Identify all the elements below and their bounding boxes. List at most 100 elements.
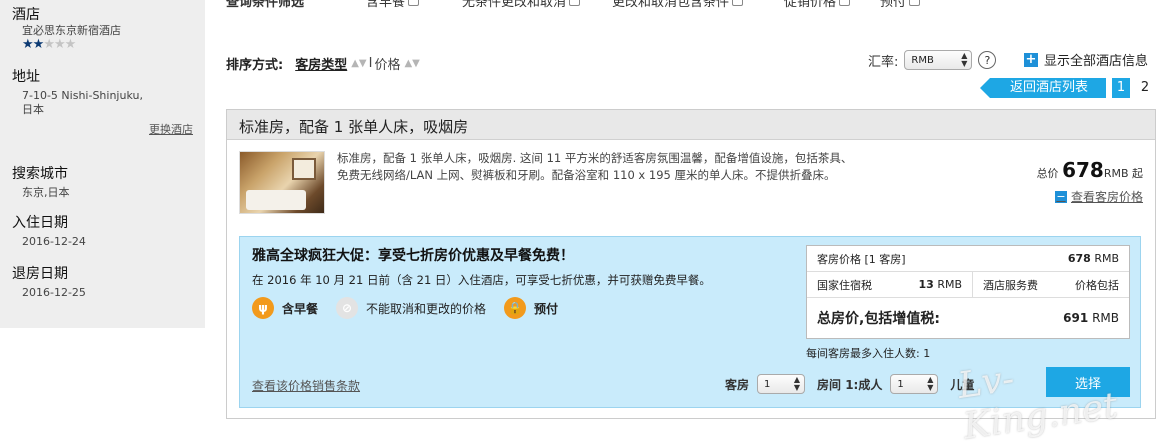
city-label: 搜索城市: [12, 166, 68, 182]
select-arrows-icon: ▲ ▼: [793, 375, 801, 392]
tax-unit: RMB: [937, 278, 962, 291]
sort-arrows-icon[interactable]: ▲▼: [351, 58, 366, 69]
checkout-value: 2016-12-25: [22, 286, 86, 299]
view-room-prices-label: 查看客房价格: [1070, 190, 1143, 204]
price-suffix: RMB 起: [1103, 167, 1143, 180]
sort-separator: I: [368, 56, 373, 71]
sidebar: 酒店 宜必思东京新宿酒店 ★★★★★ 地址 7-10-5 Nishi-Shinj…: [0, 0, 205, 328]
room-price-unit: RMB: [1094, 252, 1119, 265]
star-empty-icon: ★: [64, 37, 77, 52]
rooms-value: 1: [764, 378, 771, 390]
filter-label: 预付: [880, 0, 907, 10]
checkbox[interactable]: [569, 0, 581, 6]
no-cancel-icon: ⊘: [336, 297, 359, 319]
show-all-label: 显示全部酒店信息: [1044, 54, 1149, 69]
feature-label: 不能取消和更改的价格: [366, 301, 487, 316]
tax-cell: 国家住宿税 13 RMB: [807, 272, 973, 297]
currency-select[interactable]: RMB ▲ ▼: [904, 50, 973, 70]
checkbox[interactable]: [732, 0, 744, 6]
adults-label: 房间 1:成人: [817, 377, 883, 392]
back-to-list-button[interactable]: 返回酒店列表: [980, 78, 1106, 98]
room-title: 标准房，配备 1 张单人床，吸烟房: [227, 110, 1155, 140]
service-cell: 酒店服务费 价格包括: [973, 272, 1129, 297]
room-description: 标准房，配备 1 张单人床，吸烟房. 这间 11 平方米的舒适客房氛围温馨，配备…: [337, 151, 853, 182]
filter-promo[interactable]: 促销价格: [784, 0, 880, 10]
city-value: 东京,日本: [22, 186, 70, 199]
price-amount: 678: [1062, 158, 1104, 182]
room-card: 标准房，配备 1 张单人床，吸烟房 标准房，配备 1 张单人床，吸烟房. 这间 …: [226, 109, 1156, 419]
view-room-prices-link[interactable]: − 查看客房价格: [1037, 188, 1143, 205]
price-line: 总价 678RMB 起: [1037, 158, 1143, 182]
rate-panel: 雅高全球疯狂大促：享受七折房价优惠及早餐免费！ 在 2016 年 10 月 21…: [239, 236, 1141, 408]
promo-title: 雅高全球疯狂大促：享受七折房价优惠及早餐免费！: [252, 248, 574, 264]
tax-label: 国家住宿税: [817, 278, 872, 292]
bed-shape: [246, 190, 306, 210]
filter-free-cancel[interactable]: 无条件更改和取消: [462, 0, 612, 10]
checkin-value: 2016-12-24: [22, 235, 86, 248]
minus-icon: −: [1054, 190, 1067, 203]
star-filled-icon: ★: [32, 37, 45, 52]
tax-value: 13: [918, 278, 934, 291]
star-empty-icon: ★: [43, 37, 55, 52]
currency-label: 汇率:: [868, 54, 899, 70]
filter-conditional-cancel[interactable]: 更改和取消包含条件: [612, 0, 784, 10]
page-2[interactable]: 2: [1136, 78, 1154, 98]
checkbox[interactable]: [408, 0, 420, 6]
star-rating: ★★★★★: [12, 38, 193, 52]
hotel-label: 酒店: [12, 7, 40, 23]
checkout-label: 退房日期: [12, 266, 68, 282]
sort-arrows-icon[interactable]: ▲▼: [404, 58, 419, 69]
feature-label: 含早餐: [282, 301, 319, 316]
room-price-value: 678: [1067, 252, 1091, 265]
checkin-label: 入住日期: [12, 215, 68, 231]
lock-icon: 🔒: [504, 297, 527, 319]
plus-icon: +: [1024, 52, 1038, 67]
page-1[interactable]: 1: [1112, 78, 1130, 98]
change-hotel-link[interactable]: 更换酒店: [12, 121, 193, 137]
price-breakdown-table: 客房价格 [1 客房] 678 RMB 国家住宿税 13 RMB 酒店服务费 价…: [806, 245, 1130, 339]
sort-by-price[interactable]: 价格: [374, 54, 400, 73]
tax-row: 国家住宿税 13 RMB 酒店服务费 价格包括: [807, 272, 1129, 298]
booking-controls: 客房 1 ▲ ▼ 房间 1:成人 1 ▲ ▼ 儿童: [725, 374, 974, 394]
room-price-label: 客房价格 [1 客房]: [817, 252, 906, 266]
sort-by-room-type[interactable]: 客房类型: [295, 54, 347, 73]
price-prefix: 总价: [1036, 167, 1059, 180]
children-label: 儿童: [950, 377, 975, 392]
filter-breakfast[interactable]: 含早餐: [366, 0, 462, 10]
select-arrows-icon: ▲ ▼: [961, 51, 968, 68]
max-guests-note: 每间客房最多入住人数: 1: [806, 347, 931, 360]
currency-selector: 汇率: RMB ▲ ▼ ?: [868, 50, 997, 70]
show-all-hotel-info[interactable]: + 显示全部酒店信息: [1024, 50, 1148, 69]
filter-prepaid[interactable]: 预付: [880, 0, 921, 10]
feature-non-refundable: ⊘ 不能取消和更改的价格: [336, 297, 486, 319]
help-icon[interactable]: ?: [978, 51, 997, 69]
room-photo[interactable]: [239, 151, 325, 214]
hotel-name: 宜必思东京新宿酒店: [22, 24, 121, 37]
checkbox[interactable]: [909, 0, 921, 6]
filter-bar: 查询条件筛选 含早餐 无条件更改和取消 更改和取消包含条件 促销价格 预付: [226, 0, 1156, 10]
address-label: 地址: [12, 69, 40, 85]
currency-value: RMB: [911, 54, 934, 66]
pager: 返回酒店列表 1 2: [980, 78, 1154, 98]
filter-label: 含早餐: [366, 0, 406, 10]
filter-label: 促销价格: [784, 0, 837, 10]
rooms-select[interactable]: 1 ▲ ▼: [757, 374, 806, 394]
select-rate-button[interactable]: 选择: [1046, 367, 1130, 397]
adults-value: 1: [897, 378, 904, 390]
filter-label: 无条件更改和取消: [462, 0, 567, 10]
service-value: 价格包括: [1075, 278, 1119, 292]
checkbox[interactable]: [839, 0, 851, 6]
sort-row: 排序方式: 客房类型 ▲▼ I 价格 ▲▼: [226, 54, 422, 73]
rooms-label: 客房: [725, 377, 750, 392]
feature-label: 预付: [534, 301, 559, 316]
window-shape: [292, 158, 316, 180]
breakfast-icon: ψ: [252, 297, 274, 319]
feature-breakfast: ψ 含早餐: [252, 297, 318, 319]
service-label: 酒店服务费: [983, 278, 1038, 292]
sale-terms-link[interactable]: 查看该价格销售条款: [252, 377, 360, 394]
promo-text: 在 2016 年 10 月 21 日前（含 21 日）入住酒店，可享受七折优惠，…: [252, 273, 711, 287]
filter-label: 更改和取消包含条件: [612, 0, 730, 10]
star-empty-icon: ★: [53, 37, 66, 52]
total-row: 总房价,包括增值税: 691 RMB: [807, 298, 1129, 338]
adults-select[interactable]: 1 ▲ ▼: [890, 374, 939, 394]
